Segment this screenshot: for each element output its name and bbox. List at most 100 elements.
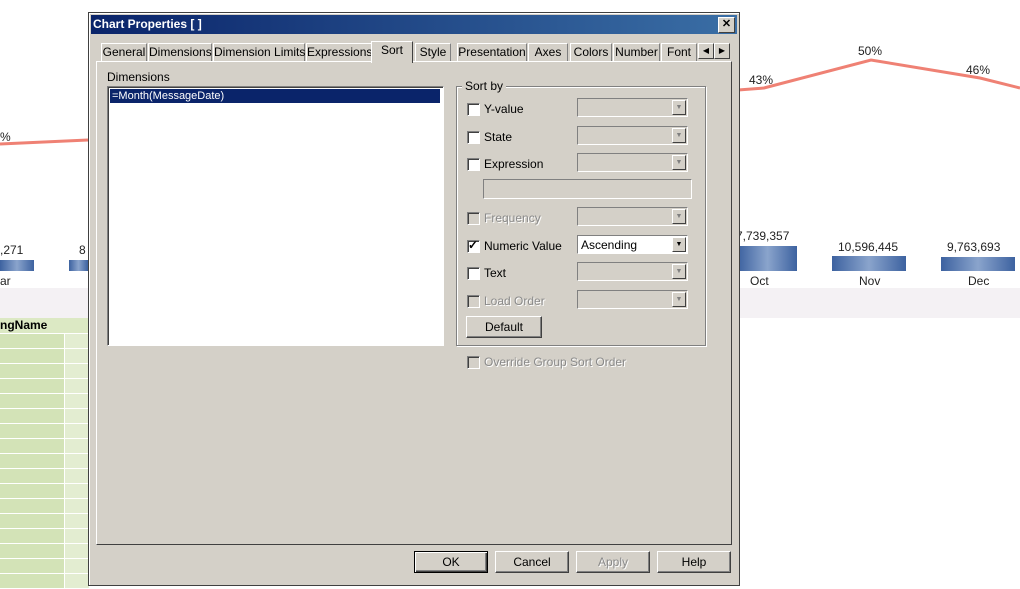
text-label: Text bbox=[484, 266, 507, 280]
sort-by-label: Sort by bbox=[462, 79, 507, 93]
table-row bbox=[0, 409, 89, 424]
chevron-down-icon: ▼ bbox=[672, 100, 686, 115]
cancel-button[interactable]: Cancel bbox=[495, 551, 569, 573]
table-row bbox=[0, 514, 89, 529]
tab-colors[interactable]: Colors bbox=[570, 43, 612, 61]
table-row bbox=[0, 574, 89, 589]
frequency-label: Frequency bbox=[484, 211, 541, 225]
table-cell bbox=[64, 349, 89, 363]
bar-oct bbox=[738, 246, 797, 271]
default-button[interactable]: Default bbox=[466, 316, 542, 338]
y-value-label: Y-value bbox=[484, 102, 524, 116]
y-value-checkbox[interactable] bbox=[467, 103, 480, 116]
state-label: State bbox=[484, 130, 513, 144]
expression-checkbox[interactable] bbox=[467, 158, 480, 171]
bar-nov bbox=[832, 256, 906, 271]
table-row bbox=[0, 469, 89, 484]
pct-label-dec: 46% bbox=[966, 63, 991, 77]
table-row bbox=[0, 499, 89, 514]
table-cell bbox=[64, 394, 89, 408]
help-button[interactable]: Help bbox=[657, 551, 731, 573]
table-cell bbox=[64, 454, 89, 468]
dialog-title: Chart Properties [ ] bbox=[93, 17, 202, 31]
tab-dimension-limits[interactable]: Dimension Limits bbox=[213, 43, 305, 61]
dimension-item[interactable]: =Month(MessageDate) bbox=[110, 89, 440, 103]
table-cell bbox=[64, 529, 89, 543]
table-cell bbox=[64, 559, 89, 573]
table-row bbox=[0, 544, 89, 559]
dialog-titlebar[interactable]: Chart Properties [ ] ✕ bbox=[91, 15, 737, 34]
table-row bbox=[0, 439, 89, 454]
numeric-value-dropdown[interactable]: Ascending ▼ bbox=[577, 235, 688, 254]
trend-line-left bbox=[0, 138, 89, 146]
table-row bbox=[0, 394, 89, 409]
numeric-value-dropdown-value: Ascending bbox=[581, 238, 638, 252]
value-label-oct: 7,739,357 bbox=[736, 229, 790, 243]
table-row bbox=[0, 334, 89, 349]
close-icon[interactable]: ✕ bbox=[718, 17, 735, 33]
text-dropdown: ▼ bbox=[577, 262, 688, 281]
tab-number[interactable]: Number bbox=[613, 43, 660, 61]
state-dropdown: ▼ bbox=[577, 126, 688, 145]
tab-font[interactable]: Font bbox=[661, 43, 697, 61]
expression-label: Expression bbox=[484, 157, 544, 171]
chevron-down-icon: ▼ bbox=[672, 209, 686, 224]
background-table-header: ngName bbox=[0, 318, 64, 333]
table-row bbox=[0, 559, 89, 574]
chevron-down-icon[interactable]: ▼ bbox=[672, 237, 686, 252]
tab-dimensions[interactable]: Dimensions bbox=[148, 43, 212, 61]
value-label-nov: 10,596,445 bbox=[838, 240, 899, 254]
chevron-down-icon: ▼ bbox=[672, 128, 686, 143]
table-cell bbox=[64, 439, 89, 453]
checkmark-icon: ✓ bbox=[468, 238, 479, 252]
numeric-value-checkbox[interactable]: ✓ bbox=[467, 238, 480, 253]
table-cell bbox=[64, 469, 89, 483]
load-order-dropdown: ▼ bbox=[577, 290, 688, 309]
chart-properties-dialog: Chart Properties [ ] ✕ General Dimension… bbox=[88, 12, 740, 586]
expression-input bbox=[483, 179, 692, 199]
tab-axes[interactable]: Axes bbox=[528, 43, 568, 61]
frequency-dropdown: ▼ bbox=[577, 207, 688, 226]
table-row bbox=[0, 349, 89, 364]
month-label-nov: Nov bbox=[859, 274, 881, 288]
chevron-down-icon: ▼ bbox=[672, 264, 686, 279]
chevron-down-icon: ▼ bbox=[672, 155, 686, 170]
state-checkbox[interactable] bbox=[467, 131, 480, 144]
table-row bbox=[0, 379, 89, 394]
table-cell bbox=[64, 379, 89, 393]
table-row bbox=[0, 484, 89, 499]
table-cell bbox=[64, 544, 89, 558]
table-cell bbox=[64, 364, 89, 378]
table-cell bbox=[64, 514, 89, 528]
table-row bbox=[0, 454, 89, 469]
tab-presentation[interactable]: Presentation bbox=[457, 43, 527, 61]
tab-scroll-left-icon[interactable]: ◀ bbox=[698, 43, 714, 59]
text-checkbox[interactable] bbox=[467, 267, 480, 280]
bar-mar bbox=[0, 260, 34, 271]
table-cell bbox=[64, 334, 89, 348]
tab-sort[interactable]: Sort bbox=[371, 41, 413, 63]
tab-general[interactable]: General bbox=[101, 43, 147, 61]
dimensions-listbox[interactable]: =Month(MessageDate) bbox=[107, 86, 444, 346]
tab-scroll-right-icon[interactable]: ▶ bbox=[714, 43, 730, 59]
y-value-dropdown: ▼ bbox=[577, 98, 688, 117]
value-label-dec: 9,763,693 bbox=[947, 240, 1001, 254]
month-label-oct: Oct bbox=[750, 274, 769, 288]
ok-button[interactable]: OK bbox=[414, 551, 488, 573]
tab-style[interactable]: Style bbox=[415, 43, 451, 61]
frequency-checkbox bbox=[467, 212, 480, 225]
override-checkbox-box bbox=[467, 356, 480, 369]
numeric-value-label: Numeric Value bbox=[484, 239, 562, 253]
pct-label-oct: 43% bbox=[749, 73, 774, 87]
table-cell bbox=[64, 484, 89, 498]
tab-expressions[interactable]: Expressions bbox=[306, 43, 372, 61]
apply-button: Apply bbox=[576, 551, 650, 573]
table-row bbox=[0, 529, 89, 544]
bar-dec bbox=[941, 257, 1015, 271]
table-row bbox=[0, 364, 89, 379]
value-label-apr: 8 bbox=[79, 243, 86, 257]
month-label-dec: Dec bbox=[968, 274, 990, 288]
pct-label-1: % bbox=[0, 130, 11, 144]
background-table-header-2 bbox=[64, 318, 88, 333]
bar-apr bbox=[69, 260, 88, 271]
